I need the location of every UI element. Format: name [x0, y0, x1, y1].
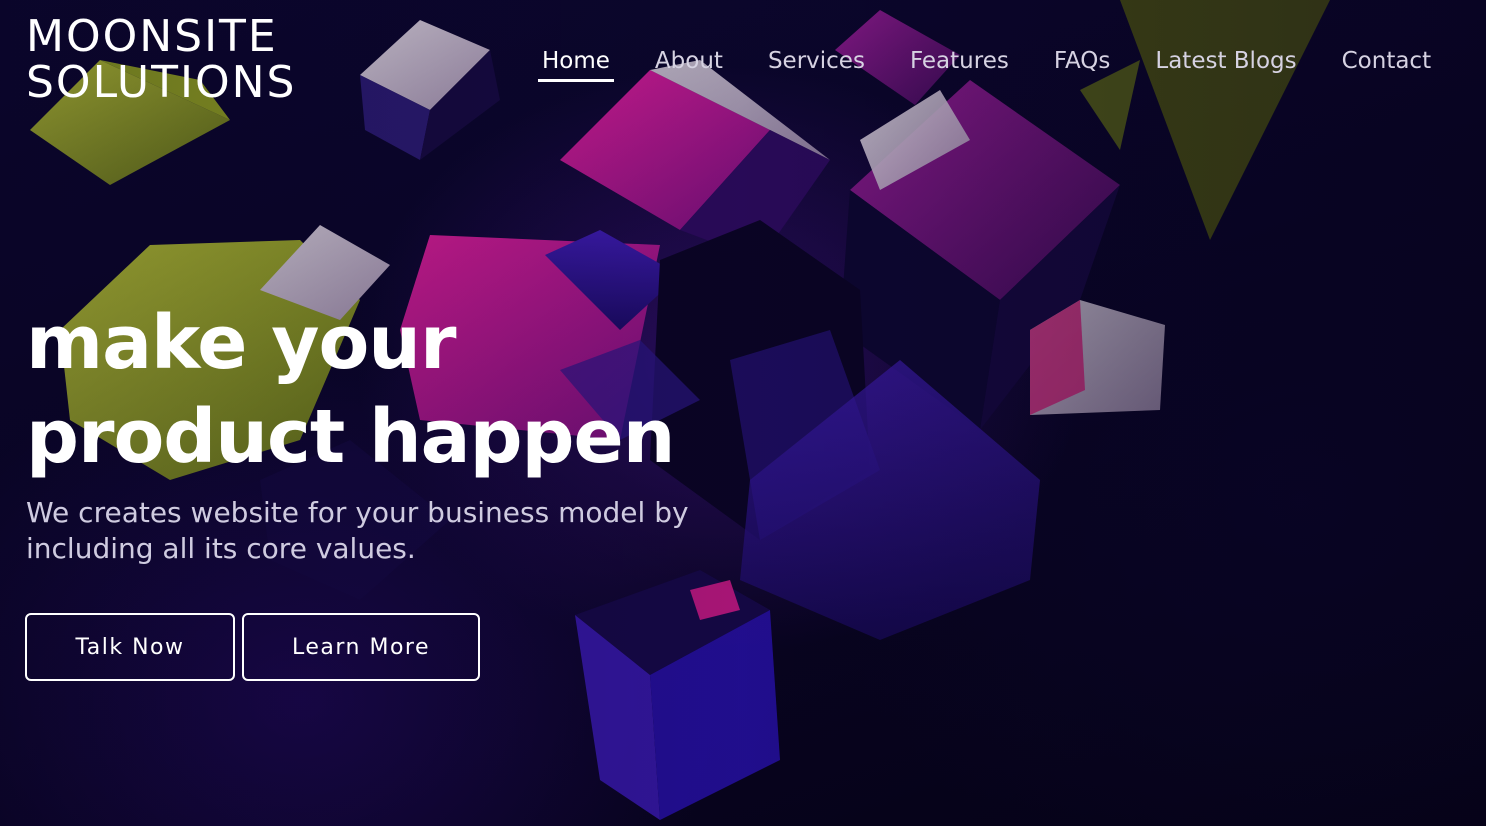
nav-about[interactable]: About: [651, 44, 727, 82]
nav-faqs[interactable]: FAQs: [1050, 44, 1115, 82]
talk-now-button[interactable]: Talk Now: [25, 613, 235, 681]
headline-line-2: product happen: [26, 394, 675, 480]
nav-contact[interactable]: Contact: [1338, 44, 1435, 82]
nav-features[interactable]: Features: [906, 44, 1013, 82]
site-logo[interactable]: MOONSITE SOLUTIONS: [26, 14, 296, 106]
logo-line-2: SOLUTIONS: [26, 57, 297, 108]
logo-line-1: MOONSITE: [26, 11, 278, 62]
hero-subtitle: We creates website for your business mod…: [26, 496, 689, 565]
nav-home[interactable]: Home: [538, 44, 614, 82]
nav-latest-blogs[interactable]: Latest Blogs: [1151, 44, 1300, 82]
learn-more-button[interactable]: Learn More: [242, 613, 480, 681]
hero-headline: make your product happen: [26, 296, 675, 484]
main-navigation: Home About Services Features FAQs Latest…: [538, 44, 1472, 82]
headline-line-1: make your: [26, 300, 456, 386]
nav-services[interactable]: Services: [764, 44, 869, 82]
